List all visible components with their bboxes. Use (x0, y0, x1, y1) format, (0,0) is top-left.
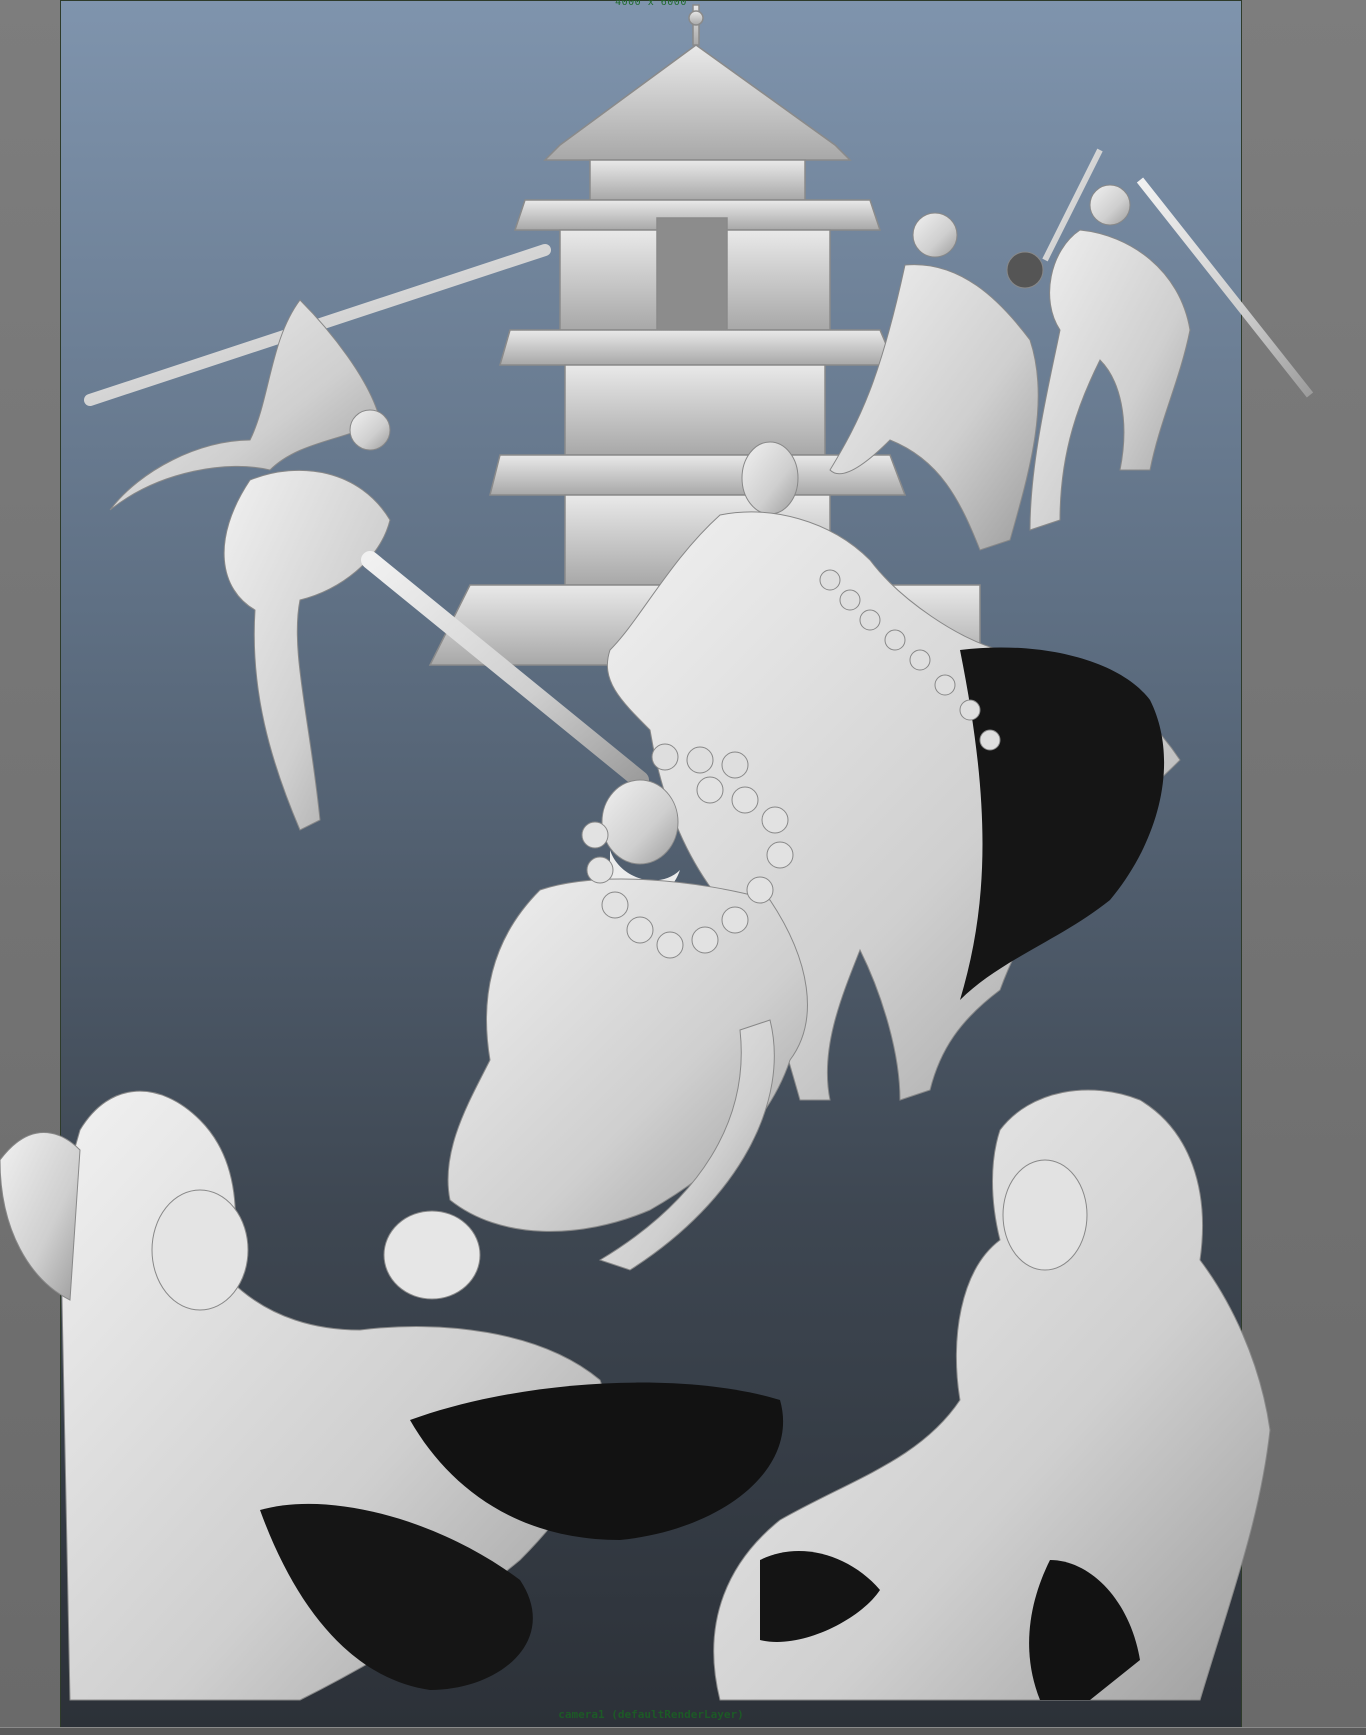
resolution-label: 4000 x 6000 (615, 0, 687, 8)
woman-right-icon (713, 1089, 1271, 1701)
camera-label: camera1 (defaultRenderLayer) (558, 1708, 744, 1721)
sculpture-relief[interactable] (0, 0, 1366, 1735)
viewport-bottom-bar (0, 1727, 1366, 1735)
